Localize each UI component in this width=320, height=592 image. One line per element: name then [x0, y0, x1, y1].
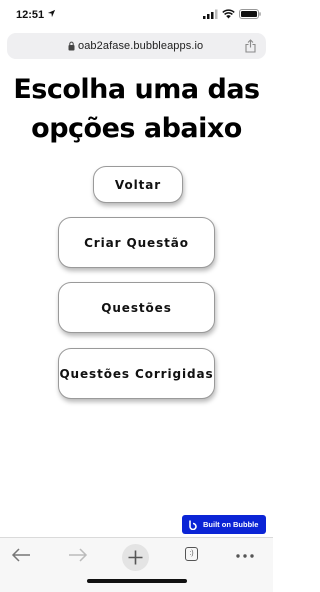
- home-indicator: [87, 579, 187, 583]
- share-icon[interactable]: [245, 39, 256, 53]
- location-arrow-icon: [47, 9, 56, 18]
- signal-icon: [203, 9, 218, 19]
- browser-toolbar: :): [0, 537, 273, 592]
- wifi-icon: [222, 9, 235, 19]
- questoes-corrigidas-button[interactable]: Questões Corrigidas: [58, 348, 215, 399]
- url-text: oab2afase.bubbleapps.io: [78, 40, 204, 52]
- back-arrow-icon[interactable]: [11, 548, 31, 562]
- new-tab-button[interactable]: [122, 544, 149, 571]
- forward-arrow-icon[interactable]: [68, 548, 88, 562]
- status-time: 12:51: [16, 9, 45, 21]
- lock-icon: [68, 41, 75, 51]
- battery-icon: [239, 9, 261, 19]
- plus-icon: [128, 550, 143, 565]
- more-icon[interactable]: [236, 554, 254, 558]
- system-icons: [203, 9, 261, 19]
- badge-label: Built on Bubble: [203, 520, 259, 529]
- tabs-icon[interactable]: :): [185, 547, 198, 561]
- voltar-button[interactable]: Voltar: [93, 166, 183, 203]
- page-title: Escolha uma das opções abaixo: [13, 74, 260, 144]
- built-on-bubble-badge[interactable]: Built on Bubble: [182, 515, 266, 534]
- status-bar: 12:51: [0, 0, 273, 32]
- address-bar[interactable]: oab2afase.bubbleapps.io: [7, 33, 266, 59]
- criar-questao-button[interactable]: Criar Questão: [58, 217, 215, 268]
- questoes-button[interactable]: Questões: [58, 282, 215, 333]
- bubble-logo-icon: [189, 520, 197, 530]
